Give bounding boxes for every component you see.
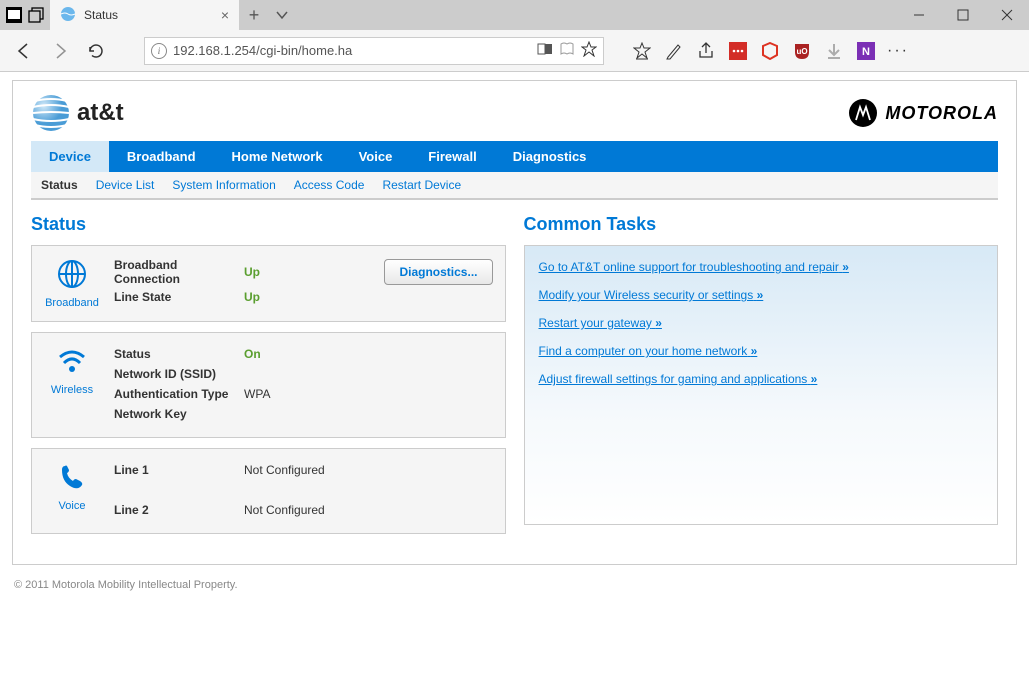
browser-tab-active[interactable]: Status × — [50, 0, 240, 30]
page-favicon-icon — [60, 6, 76, 25]
voice-icon: Voice — [44, 461, 100, 521]
vo-key-line2: Line 2 — [114, 503, 244, 517]
vo-val-line2: Not Configured — [244, 503, 325, 517]
card-broadband: Broadband Broadband Connection Up Diagno… — [31, 245, 506, 322]
diagnostics-button[interactable]: Diagnostics... — [384, 259, 492, 285]
att-brand-text: at&t — [77, 99, 124, 127]
titlebar-left — [0, 0, 50, 30]
wl-val-status: On — [244, 347, 261, 361]
browser-window: Status × + i 192.168.1.254/cgi-bin/home.… — [0, 0, 1029, 72]
motorola-brand-text: MOTOROLA — [885, 103, 998, 124]
address-bar[interactable]: i 192.168.1.254/cgi-bin/home.ha — [144, 37, 604, 65]
wl-key-ssid: Network ID (SSID) — [114, 367, 244, 381]
subtab-status[interactable]: Status — [41, 178, 78, 192]
window-minimize-button[interactable] — [897, 0, 941, 30]
voice-icon-label: Voice — [44, 500, 100, 512]
tab-broadband[interactable]: Broadband — [109, 141, 214, 172]
window-controls — [897, 0, 1029, 30]
main-nav-tabs: Device Broadband Home Network Voice Fire… — [31, 141, 998, 172]
brand-row: at&t MOTOROLA — [13, 93, 1016, 141]
site-info-icon[interactable]: i — [151, 43, 167, 59]
broadband-icon: Broadband — [44, 258, 100, 309]
wl-val-auth: WPA — [244, 387, 270, 401]
broadband-icon-label: Broadband — [44, 297, 100, 309]
tasks-heading: Common Tasks — [524, 214, 999, 235]
card-wireless: Wireless StatusOn Network ID (SSID) Auth… — [31, 332, 506, 438]
tab-voice[interactable]: Voice — [341, 141, 411, 172]
motorola-logo: MOTOROLA — [849, 99, 998, 127]
ext-icon-onenote[interactable]: N — [856, 41, 876, 61]
bb-key-connection: Broadband Connection — [114, 258, 244, 286]
wl-key-auth: Authentication Type — [114, 387, 244, 401]
task-link-wireless[interactable]: Modify your Wireless security or setting… — [539, 288, 764, 302]
wl-key-netkey: Network Key — [114, 407, 244, 421]
tab-diagnostics[interactable]: Diagnostics — [495, 141, 605, 172]
wl-key-status: Status — [114, 347, 244, 361]
page-viewport: at&t MOTOROLA Device Broadband Home Netw… — [0, 72, 1029, 611]
ext-icon-ublock[interactable]: uO — [792, 41, 812, 61]
wireless-icon: Wireless — [44, 345, 100, 425]
tasks-column: Common Tasks Go to AT&T online support f… — [524, 214, 999, 544]
back-button[interactable] — [8, 35, 40, 67]
share-icon[interactable] — [696, 41, 716, 61]
svg-text:uO: uO — [796, 47, 807, 56]
subtab-access-code[interactable]: Access Code — [294, 178, 365, 192]
window-maximize-button[interactable] — [941, 0, 985, 30]
titlebar: Status × + — [0, 0, 1029, 30]
tasks-box: Go to AT&T online support for troublesho… — [524, 245, 999, 525]
translate-icon[interactable] — [537, 41, 553, 60]
bb-val-connection: Up — [244, 265, 260, 279]
refresh-button[interactable] — [80, 35, 112, 67]
notes-icon[interactable] — [664, 41, 684, 61]
app-icon-1[interactable] — [6, 7, 22, 23]
favorites-bar-icon[interactable] — [632, 41, 652, 61]
task-link-find-computer[interactable]: Find a computer on your home network » — [539, 344, 758, 358]
vo-key-line1: Line 1 — [114, 463, 244, 477]
task-link-support[interactable]: Go to AT&T online support for troublesho… — [539, 260, 849, 274]
vo-val-line1: Not Configured — [244, 463, 325, 477]
content-row: Status Broadband Broadband Connection Up… — [13, 200, 1016, 544]
status-heading: Status — [31, 214, 506, 235]
sub-nav-tabs: Status Device List System Information Ac… — [31, 172, 998, 200]
favorite-star-icon[interactable] — [581, 41, 597, 60]
bb-key-linestate: Line State — [114, 290, 244, 304]
new-tab-button[interactable]: + — [240, 0, 268, 30]
app-icon-2[interactable] — [28, 7, 44, 23]
status-column: Status Broadband Broadband Connection Up… — [31, 214, 506, 544]
svg-text:N: N — [862, 46, 870, 58]
tab-title: Status — [84, 8, 118, 22]
window-close-button[interactable] — [985, 0, 1029, 30]
toolbar-extensions: uO N ··· — [632, 41, 908, 61]
card-voice: Voice Line 1Not Configured Line 2Not Con… — [31, 448, 506, 534]
subtab-system-info[interactable]: System Information — [172, 178, 275, 192]
url-text: 192.168.1.254/cgi-bin/home.ha — [173, 43, 531, 58]
footer-copyright: © 2011 Motorola Mobility Intellectual Pr… — [12, 565, 1017, 599]
wireless-icon-label: Wireless — [44, 384, 100, 396]
downloads-icon[interactable] — [824, 41, 844, 61]
att-globe-icon — [31, 93, 71, 133]
reading-view-icon[interactable] — [559, 41, 575, 60]
tab-device[interactable]: Device — [31, 141, 109, 172]
bb-val-linestate: Up — [244, 290, 260, 304]
tab-actions-button[interactable] — [268, 0, 296, 30]
forward-button[interactable] — [44, 35, 76, 67]
ext-icon-lastpass[interactable] — [728, 41, 748, 61]
ext-icon-adblock[interactable] — [760, 41, 780, 61]
subtab-restart-device[interactable]: Restart Device — [382, 178, 461, 192]
address-toolbar: i 192.168.1.254/cgi-bin/home.ha uO N ··· — [0, 30, 1029, 72]
tab-close-button[interactable]: × — [221, 7, 229, 23]
main-panel: at&t MOTOROLA Device Broadband Home Netw… — [12, 80, 1017, 565]
subtab-device-list[interactable]: Device List — [96, 178, 155, 192]
task-link-restart[interactable]: Restart your gateway » — [539, 316, 662, 330]
task-link-firewall[interactable]: Adjust firewall settings for gaming and … — [539, 372, 818, 386]
tab-home-network[interactable]: Home Network — [214, 141, 341, 172]
att-logo: at&t — [31, 93, 124, 133]
motorola-badge-icon — [849, 99, 877, 127]
browser-tabs: Status × + — [50, 0, 897, 30]
tab-firewall[interactable]: Firewall — [410, 141, 494, 172]
more-menu-button[interactable]: ··· — [888, 41, 908, 61]
